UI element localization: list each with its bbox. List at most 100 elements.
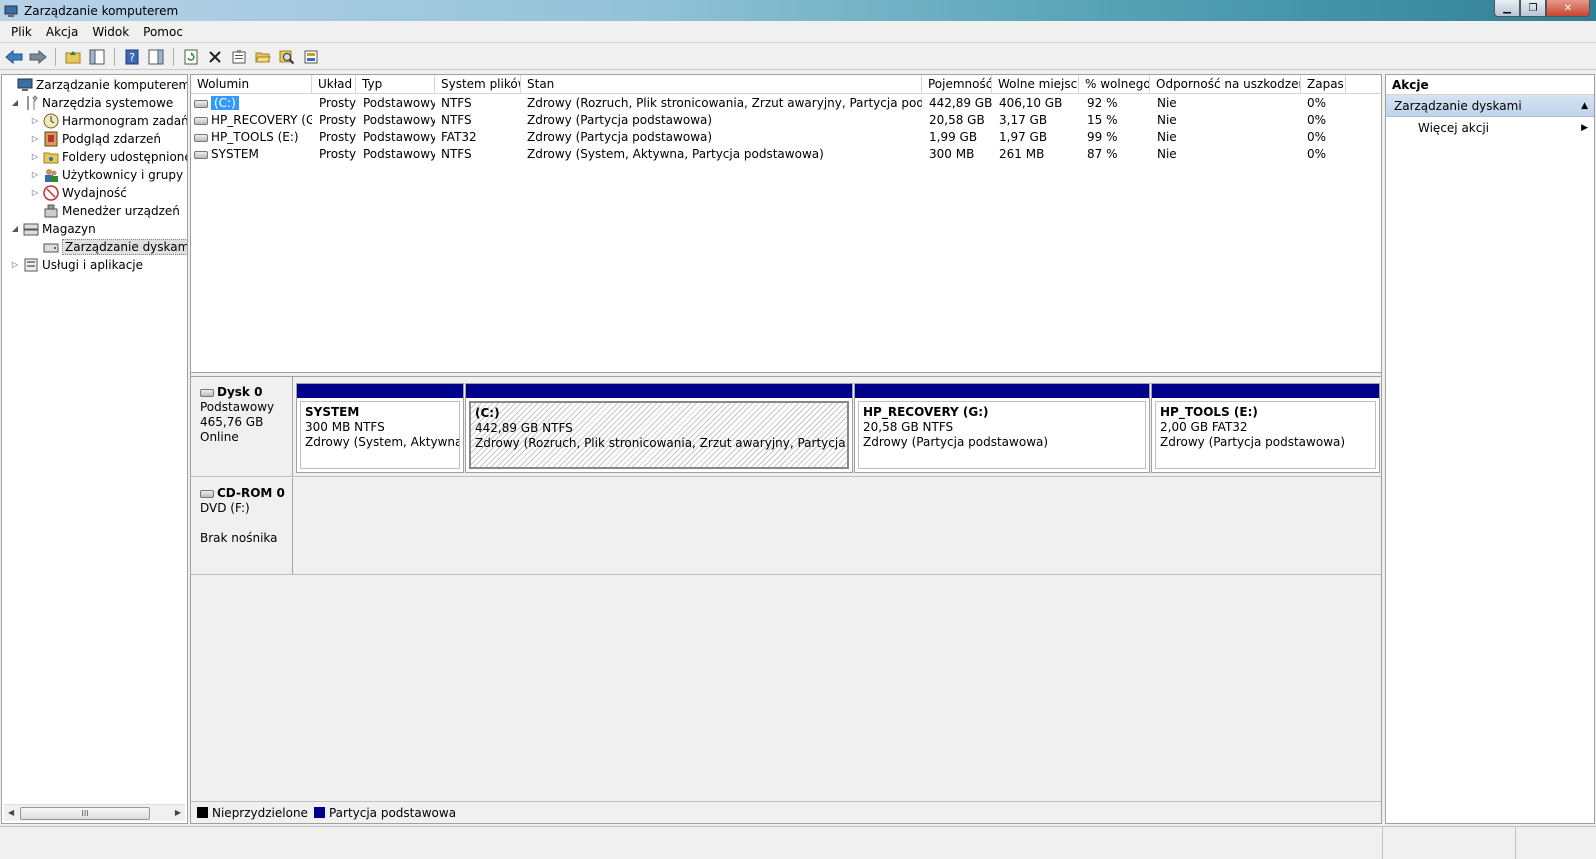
scrollbar-thumb[interactable]: III (20, 807, 150, 820)
primary-partition-bar (466, 384, 852, 398)
expand-toggle[interactable]: ▷ (30, 116, 40, 125)
tree-item-label: Wydajność (62, 185, 127, 200)
column-header-capacity[interactable]: Pojemność (922, 75, 992, 94)
status-bar-segment (1382, 827, 1515, 859)
status-bar (0, 826, 1596, 859)
menu-pomoc[interactable]: Pomoc (136, 25, 190, 39)
tree-item-computer-management[interactable]: Zarządzanie komputerem (loka (4, 76, 187, 93)
table-row[interactable]: HP_TOOLS (E:) Prosty Podstawowy FAT32 Zd… (191, 129, 1381, 146)
tree-item-system-tools[interactable]: ◢ Narzędzia systemowe (10, 94, 173, 111)
collapse-up-arrow-icon[interactable]: ▲ (1581, 95, 1588, 117)
column-header-fault-tolerance[interactable]: Odporność na uszkodzenia (1150, 75, 1301, 94)
expand-toggle[interactable]: ▷ (10, 260, 20, 269)
forward-button[interactable] (28, 47, 48, 67)
tree-item-storage[interactable]: ◢ Magazyn (10, 220, 96, 237)
tree-item-event-viewer[interactable]: ▷ Podgląd zdarzeń (30, 130, 161, 147)
close-button[interactable]: ✕ (1546, 0, 1590, 17)
computer-management-icon (4, 5, 18, 17)
collapse-toggle[interactable]: ◢ (10, 98, 20, 107)
column-header-type[interactable]: Typ (356, 75, 435, 94)
system-tools-icon (27, 94, 38, 110)
expand-toggle[interactable]: ▷ (30, 134, 40, 143)
expand-toggle[interactable]: ▷ (30, 170, 40, 179)
back-arrow-icon (5, 49, 23, 64)
properties-button[interactable] (229, 47, 249, 67)
partition-name: SYSTEM (305, 405, 360, 419)
table-row[interactable]: (C:) Prosty Podstawowy NTFS Zdrowy (Rozr… (191, 95, 1381, 112)
disk-0-label[interactable]: Dysk 0 Podstawowy 465,76 GB Online (191, 377, 293, 476)
column-header-overhead[interactable]: Zapas (1301, 75, 1346, 94)
column-header-layout[interactable]: Układ (312, 75, 356, 94)
export-list-button[interactable] (301, 47, 321, 67)
refresh-button[interactable] (181, 47, 201, 67)
partition-status: Zdrowy (Partycja podstawowa) (1160, 435, 1346, 449)
actions-title: Akcje (1386, 75, 1594, 95)
search-button[interactable] (277, 47, 297, 67)
back-button[interactable] (4, 47, 24, 67)
table-cell: Nie (1157, 96, 1177, 110)
column-header-free-space[interactable]: Wolne miejsce (992, 75, 1079, 94)
more-actions-item[interactable]: Więcej akcji ▶ (1386, 117, 1594, 139)
maximize-button[interactable]: ❐ (1520, 0, 1546, 17)
services-apps-icon (24, 258, 38, 271)
tree-item-label: Zarządzanie dyskami (62, 238, 187, 255)
tree-item-disk-management[interactable]: Zarządzanie dyskami (30, 238, 187, 255)
toolbar: ? (0, 44, 1596, 70)
table-cell: 15 % (1087, 113, 1118, 127)
scroll-right-arrow-icon[interactable]: ▶ (175, 808, 181, 817)
show-hide-console-tree-button[interactable] (87, 47, 107, 67)
show-hide-action-pane-button[interactable] (146, 47, 166, 67)
device-manager-icon (44, 204, 58, 217)
table-cell: 442,89 GB (929, 96, 992, 110)
tree-item-shared-folders[interactable]: ▷ Foldery udostępnione (30, 148, 187, 165)
help-button[interactable]: ? (122, 47, 142, 67)
scroll-left-arrow-icon[interactable]: ◀ (8, 808, 14, 817)
partition-size: 20,58 GB NTFS (863, 420, 954, 434)
table-row[interactable]: HP_RECOVERY (G:) Prosty Podstawowy NTFS … (191, 112, 1381, 129)
column-header-file-system[interactable]: System plików (435, 75, 521, 94)
actions-section-disk-management[interactable]: Zarządzanie dyskami ▲ (1386, 95, 1594, 117)
primary-partition-bar (1152, 384, 1379, 398)
menu-plik[interactable]: Plik (4, 25, 39, 39)
table-cell: 99 % (1087, 130, 1118, 144)
table-cell: 1,99 GB (929, 130, 978, 144)
tree-item-services-apps[interactable]: ▷ Usługi i aplikacje (10, 256, 143, 273)
column-header-status[interactable]: Stan (521, 75, 922, 94)
menu-akcja[interactable]: Akcja (39, 25, 85, 39)
table-cell: Nie (1157, 113, 1177, 127)
cdrom-media-area[interactable] (294, 478, 1381, 574)
tree-item-task-scheduler[interactable]: ▷ Harmonogram zadań (30, 112, 187, 129)
disk-type: Podstawowy (200, 400, 275, 414)
shared-folders-icon (43, 152, 59, 163)
tree-item-local-users-groups[interactable]: ▷ Użytkownicy i grupy lok (30, 166, 187, 183)
open-button[interactable] (253, 47, 273, 67)
table-cell: 0% (1307, 96, 1327, 110)
delete-button[interactable] (205, 47, 225, 67)
tree-horizontal-scrollbar[interactable]: ◀ III ▶ (4, 804, 185, 821)
tree-item-device-manager[interactable]: Menedżer urządzeń (30, 202, 180, 219)
delete-x-icon (209, 50, 221, 63)
menu-widok[interactable]: Widok (85, 25, 136, 39)
partition-hp-tools[interactable]: HP_TOOLS (E:) 2,00 GB FAT32 Zdrowy (Part… (1151, 383, 1380, 473)
legend-unallocated-label: Nieprzydzielone (212, 805, 308, 820)
partition-c[interactable]: (C:) 442,89 GB NTFS Zdrowy (Rozruch, Pli… (465, 383, 853, 473)
table-row[interactable]: SYSTEM Prosty Podstawowy NTFS Zdrowy (Sy… (191, 146, 1381, 163)
tree-item-performance[interactable]: ▷ Wydajność (30, 184, 127, 201)
menu-bar: Plik Akcja Widok Pomoc (0, 21, 1596, 43)
partition-system[interactable]: SYSTEM 300 MB NTFS Zdrowy (System, Aktyw… (296, 383, 464, 473)
status-bar-segment (1515, 827, 1596, 859)
column-header-percent-free[interactable]: % wolnego (1079, 75, 1150, 94)
partition-hp-recovery[interactable]: HP_RECOVERY (G:) 20,58 GB NTFS Zdrowy (P… (854, 383, 1150, 473)
title-bar[interactable]: Zarządzanie komputerem ▁ ❐ ✕ (0, 0, 1596, 21)
minimize-button[interactable]: ▁ (1494, 0, 1520, 17)
table-cell: Prosty (319, 147, 356, 161)
up-level-button[interactable] (63, 47, 83, 67)
tree-item-label: Podgląd zdarzeń (62, 131, 161, 146)
expand-toggle[interactable]: ▷ (30, 188, 40, 197)
collapse-toggle[interactable]: ◢ (10, 224, 20, 233)
drive-icon (194, 99, 208, 108)
partition-size: 2,00 GB FAT32 (1160, 420, 1248, 434)
expand-toggle[interactable]: ▷ (30, 152, 40, 161)
column-header-volume[interactable]: Wolumin (191, 75, 312, 94)
cdrom-0-label[interactable]: CD-ROM 0 DVD (F:) Brak nośnika (191, 478, 293, 574)
